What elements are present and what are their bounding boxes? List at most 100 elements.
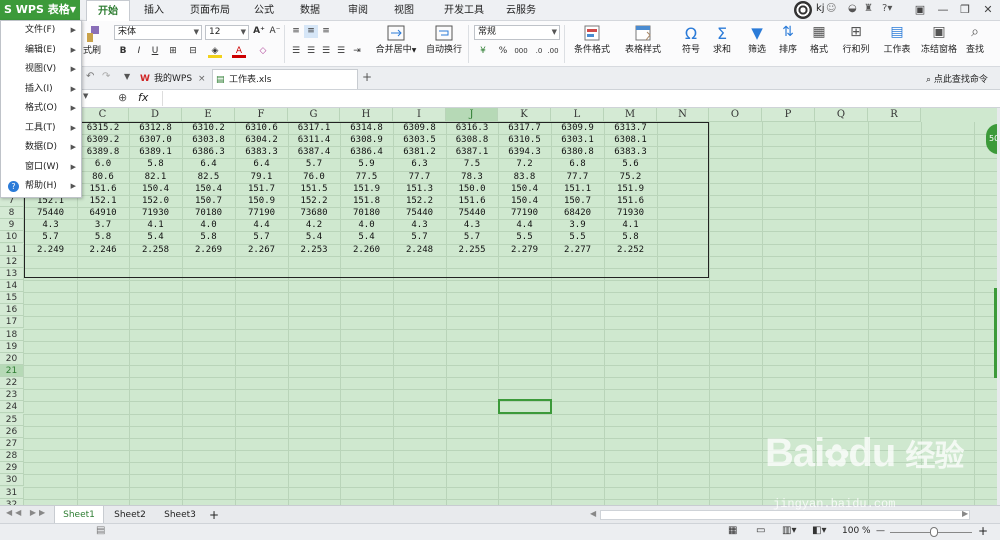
table-cell[interactable]: 5.4: [129, 231, 182, 243]
table-cell[interactable]: 150.7: [551, 195, 604, 207]
table-cell[interactable]: 151.8: [340, 195, 393, 207]
table-cell[interactable]: 6315.2: [77, 122, 129, 134]
row-header-12[interactable]: 12: [0, 255, 24, 268]
table-cell[interactable]: 6308.1: [604, 134, 657, 146]
table-cell[interactable]: 3.9: [551, 219, 604, 231]
table-cell[interactable]: 151.6: [604, 195, 657, 207]
table-cell[interactable]: 83.8: [498, 171, 551, 183]
tab-worksheet-file[interactable]: ▤ 工作表.xls: [212, 69, 358, 89]
row-header-25[interactable]: 25: [0, 413, 24, 426]
table-cell[interactable]: 5.8: [604, 231, 657, 243]
zoom-level[interactable]: 100 %: [842, 526, 871, 536]
column-header-k[interactable]: K: [498, 108, 551, 122]
spreadsheet-grid[interactable]: BCDEFGHIJKLMNOPQR 1234567891011121314151…: [0, 108, 997, 505]
table-cell[interactable]: 6394.3: [498, 146, 551, 158]
zoom-slider-thumb[interactable]: [930, 527, 938, 537]
tab-page-layout[interactable]: 页面布局: [180, 0, 240, 21]
table-cell[interactable]: 70180: [340, 207, 393, 219]
row-header-27[interactable]: 27: [0, 437, 24, 450]
table-cell[interactable]: 4.0: [340, 219, 393, 231]
table-cell[interactable]: 4.3: [393, 219, 446, 231]
table-cell[interactable]: 151.3: [393, 183, 446, 195]
redo-icon[interactable]: ↷: [102, 71, 110, 82]
table-cell[interactable]: 75.2: [604, 171, 657, 183]
table-cell[interactable]: 4.0: [182, 219, 235, 231]
worksheet-button[interactable]: ▤ 工作表: [878, 24, 916, 55]
tab-insert[interactable]: 插入: [136, 0, 172, 21]
table-cell[interactable]: 6381.2: [393, 146, 446, 158]
row-header-10[interactable]: 10: [0, 231, 24, 244]
row-header-30[interactable]: 30: [0, 474, 24, 487]
menu-item-view[interactable]: 视图(V) ▶: [1, 60, 81, 79]
user-name[interactable]: kj: [816, 3, 825, 14]
close-icon[interactable]: ✕: [978, 2, 998, 18]
tab-start[interactable]: 开始: [86, 0, 130, 21]
align-center-icon[interactable]: ☰: [304, 45, 318, 58]
scroll-right-icon[interactable]: ▶: [962, 509, 968, 518]
table-cell[interactable]: 6.4: [182, 158, 235, 170]
number-format-select[interactable]: 常规 ▼: [474, 25, 560, 40]
table-cell[interactable]: 3.7: [77, 219, 129, 231]
table-cell[interactable]: 5.7: [446, 231, 498, 243]
table-cell[interactable]: 70180: [182, 207, 235, 219]
table-cell[interactable]: 77.7: [393, 171, 446, 183]
row-header-14[interactable]: 14: [0, 279, 24, 292]
indent-icon[interactable]: ⇥: [350, 45, 364, 58]
table-cell[interactable]: 2.269: [182, 244, 235, 256]
table-cell[interactable]: 76.0: [288, 171, 340, 183]
table-cell[interactable]: 68420: [551, 207, 604, 219]
sum-button[interactable]: Σ 求和: [708, 24, 736, 55]
new-tab-icon[interactable]: +: [362, 70, 372, 84]
symbol-button[interactable]: Ω 符号: [676, 24, 706, 55]
menu-item-help[interactable]: ? 帮助(H) ▶: [1, 177, 81, 196]
table-cell[interactable]: 152.1: [77, 195, 129, 207]
table-cell[interactable]: 6308.9: [340, 134, 393, 146]
table-cell[interactable]: 79.1: [235, 171, 288, 183]
thousands-icon[interactable]: 000: [512, 45, 530, 58]
fx-icon[interactable]: fx: [138, 91, 148, 104]
filter-button[interactable]: ▼ 筛选: [742, 24, 772, 55]
formula-input[interactable]: [162, 91, 1000, 106]
table-cell[interactable]: 150.4: [498, 195, 551, 207]
font-family-select[interactable]: 宋体 ▼: [114, 25, 202, 40]
row-header-15[interactable]: 15: [0, 292, 24, 305]
shirt-icon[interactable]: ♜: [864, 3, 873, 14]
table-cell[interactable]: 6316.3: [446, 122, 498, 134]
table-cell[interactable]: 6308.8: [446, 134, 498, 146]
table-cell[interactable]: 6387.1: [446, 146, 498, 158]
side-float-badge[interactable]: 50: [986, 124, 997, 154]
table-cell[interactable]: 6309.8: [393, 122, 446, 134]
table-cell[interactable]: 6310.5: [498, 134, 551, 146]
find-button[interactable]: ⌕ 查找: [962, 24, 988, 55]
split-view-icon[interactable]: ▥▾: [782, 525, 796, 536]
menu-item-insert[interactable]: 插入(I) ▶: [1, 80, 81, 99]
table-cell[interactable]: 6317.7: [498, 122, 551, 134]
table-cell[interactable]: 151.5: [288, 183, 340, 195]
font-shrink-icon[interactable]: A⁻: [268, 25, 282, 38]
zoom-out-icon[interactable]: —: [876, 526, 885, 536]
column-header-c[interactable]: C: [77, 108, 129, 122]
table-cell[interactable]: 7.2: [498, 158, 551, 170]
table-cell[interactable]: 6303.8: [182, 134, 235, 146]
table-cell[interactable]: 2.279: [498, 244, 551, 256]
table-cell[interactable]: 151.9: [340, 183, 393, 195]
column-header-o[interactable]: O: [709, 108, 762, 122]
table-cell[interactable]: 6310.2: [182, 122, 235, 134]
table-cell[interactable]: 75440: [446, 207, 498, 219]
help-icon[interactable]: ?▾: [882, 3, 892, 14]
table-cell[interactable]: 6304.2: [235, 134, 288, 146]
column-header-m[interactable]: M: [604, 108, 657, 122]
table-cell[interactable]: 6313.7: [604, 122, 657, 134]
conditional-format-button[interactable]: 条件格式: [568, 24, 616, 55]
row-header-28[interactable]: 28: [0, 450, 24, 463]
table-cell[interactable]: 6317.1: [288, 122, 340, 134]
normal-view-icon[interactable]: ▦: [728, 525, 737, 536]
sheet-nav-arrows-icon[interactable]: ◀◀ ▶▶: [6, 508, 48, 517]
table-cell[interactable]: 6.8: [551, 158, 604, 170]
table-cell[interactable]: 6314.8: [340, 122, 393, 134]
table-cell[interactable]: 2.252: [604, 244, 657, 256]
zoom-in-icon[interactable]: +: [978, 524, 988, 538]
freeze-panes-button[interactable]: ▣ 冻结窗格: [918, 24, 960, 55]
table-cell[interactable]: 4.4: [498, 219, 551, 231]
table-cell[interactable]: 5.5: [498, 231, 551, 243]
